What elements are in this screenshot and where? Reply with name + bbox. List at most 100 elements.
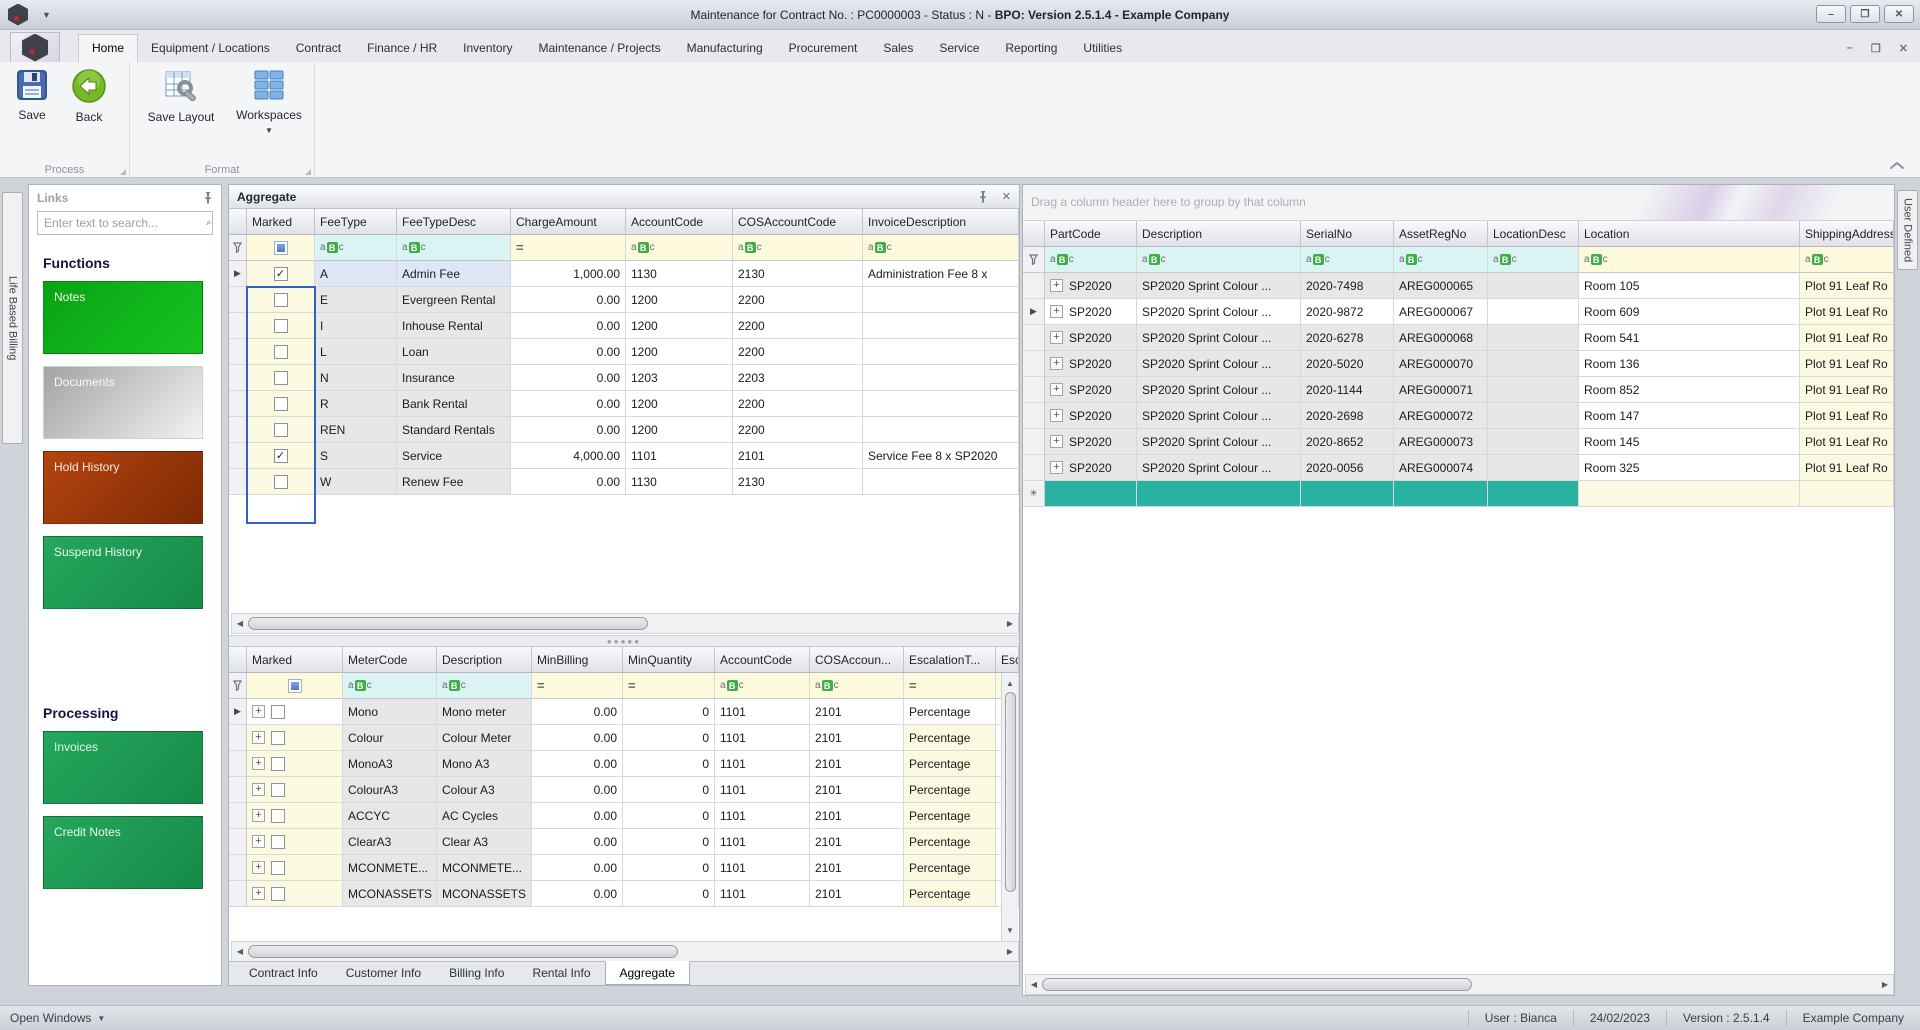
- ribbon-tab-utilities[interactable]: Utilities: [1070, 35, 1135, 62]
- feetype-cell[interactable]: E: [315, 287, 397, 313]
- accountcode-cell[interactable]: 1200: [626, 287, 733, 313]
- column-header-marked[interactable]: Marked: [247, 209, 315, 235]
- marked-cell[interactable]: +: [247, 829, 343, 855]
- marked-cell[interactable]: [247, 469, 315, 495]
- expand-icon[interactable]: +: [252, 757, 265, 770]
- expand-icon[interactable]: +: [252, 783, 265, 796]
- feetypedesc-cell[interactable]: Renew Fee: [397, 469, 511, 495]
- minbilling-cell[interactable]: 0.00: [532, 725, 623, 751]
- escalationtype-cell[interactable]: Percentage: [904, 777, 996, 803]
- partcode-cell[interactable]: + SP2020: [1045, 377, 1137, 403]
- column-header-minbilling[interactable]: MinBilling: [532, 647, 623, 673]
- cosaccountcode-cell[interactable]: 2200: [733, 417, 863, 443]
- feetypedesc-cell[interactable]: Loan: [397, 339, 511, 365]
- column-header-marked[interactable]: Marked: [247, 647, 343, 673]
- checkbox[interactable]: [271, 886, 285, 901]
- sidebar-item-invoices[interactable]: Invoices: [43, 731, 203, 804]
- invoicedescription-cell[interactable]: Administration Fee 8 x: [863, 261, 1019, 287]
- checkbox[interactable]: [271, 756, 285, 771]
- feetype-cell[interactable]: N: [315, 365, 397, 391]
- column-header-serialno[interactable]: SerialNo: [1301, 221, 1394, 247]
- partcode-cell[interactable]: + SP2020: [1045, 299, 1137, 325]
- ribbon-tab-finance---hr[interactable]: Finance / HR: [354, 35, 450, 62]
- filter-cell[interactable]: [247, 235, 315, 261]
- meter-row[interactable]: ▶ + Mono Mono meter 0.00 0 1101 2101 Percentage: [229, 699, 1019, 725]
- escalationtype-cell[interactable]: Percentage: [904, 803, 996, 829]
- equipment-row[interactable]: + SP2020 SP2020 Sprint Colour ... 2020-7498…: [1023, 273, 1894, 299]
- column-header-location[interactable]: Location: [1579, 221, 1800, 247]
- shippingaddress-cell[interactable]: Plot 91 Leaf Ro: [1800, 377, 1894, 403]
- pin-icon[interactable]: [978, 190, 988, 203]
- checkbox[interactable]: [273, 344, 288, 359]
- filter-cell[interactable]: aBc: [715, 673, 810, 699]
- filter-cell[interactable]: aBc: [437, 673, 532, 699]
- minbilling-cell[interactable]: 0.00: [532, 829, 623, 855]
- scroll-right-icon[interactable]: ▶: [1877, 980, 1893, 989]
- filter-checkbox[interactable]: [273, 240, 288, 255]
- cosaccountcode-cell[interactable]: 2101: [733, 443, 863, 469]
- scroll-left-icon[interactable]: ◀: [232, 947, 248, 956]
- assetregno-cell[interactable]: AREG000074: [1394, 455, 1488, 481]
- shippingaddress-cell[interactable]: Plot 91 Leaf Ro: [1800, 273, 1894, 299]
- filter-cell[interactable]: aBc: [1137, 247, 1301, 273]
- description-cell[interactable]: SP2020 Sprint Colour ...: [1137, 325, 1301, 351]
- filter-cell[interactable]: aBc: [397, 235, 511, 261]
- column-header-accountcode[interactable]: AccountCode: [626, 209, 733, 235]
- filter-cell[interactable]: aBc: [1800, 247, 1894, 273]
- filter-cell[interactable]: aBc: [1394, 247, 1488, 273]
- filter-cell[interactable]: aBc: [1488, 247, 1579, 273]
- column-header-assetregno[interactable]: AssetRegNo: [1394, 221, 1488, 247]
- serialno-cell[interactable]: 2020-8652: [1301, 429, 1394, 455]
- minquantity-cell[interactable]: 0: [623, 881, 715, 907]
- marked-cell[interactable]: +: [247, 777, 343, 803]
- marked-cell[interactable]: [247, 339, 315, 365]
- filter-cell[interactable]: =: [511, 235, 626, 261]
- accountcode-cell[interactable]: 1101: [715, 881, 810, 907]
- checkbox[interactable]: [273, 474, 288, 489]
- expand-icon[interactable]: +: [1050, 331, 1063, 344]
- filter-cell[interactable]: =: [904, 673, 996, 699]
- column-header-metercode[interactable]: MeterCode: [343, 647, 437, 673]
- assetregno-cell[interactable]: AREG000067: [1394, 299, 1488, 325]
- minquantity-cell[interactable]: 0: [623, 855, 715, 881]
- feetype-cell[interactable]: REN: [315, 417, 397, 443]
- metercode-cell[interactable]: MonoA3: [343, 751, 437, 777]
- open-windows-button[interactable]: Open Windows ▼: [0, 1011, 1468, 1025]
- marked-cell[interactable]: [247, 365, 315, 391]
- minbilling-cell[interactable]: 0.00: [532, 881, 623, 907]
- accountcode-cell[interactable]: 1200: [626, 313, 733, 339]
- new-row-cell[interactable]: [1137, 481, 1301, 507]
- fee-row[interactable]: E Evergreen Rental 0.00 1200 2200: [229, 287, 1019, 313]
- feetypedesc-cell[interactable]: Inhouse Rental: [397, 313, 511, 339]
- sidebar-item-hold-history[interactable]: Hold History: [43, 451, 203, 524]
- close-panel-icon[interactable]: ✕: [1002, 190, 1011, 203]
- marked-cell[interactable]: +: [247, 751, 343, 777]
- scrollbar-thumb[interactable]: [248, 617, 648, 630]
- serialno-cell[interactable]: 2020-2698: [1301, 403, 1394, 429]
- checkbox[interactable]: [271, 860, 285, 875]
- invoicedescription-cell[interactable]: [863, 469, 1019, 495]
- filter-cell[interactable]: aBc: [343, 673, 437, 699]
- ribbon-tab-maintenance---projects[interactable]: Maintenance / Projects: [526, 35, 674, 62]
- filter-cell[interactable]: aBc: [1579, 247, 1800, 273]
- column-header-description[interactable]: Description: [1137, 221, 1301, 247]
- scrollbar-thumb[interactable]: [1004, 692, 1016, 892]
- group-dialog-launcher-icon[interactable]: [305, 169, 311, 175]
- expand-icon[interactable]: +: [1050, 305, 1063, 318]
- checkbox[interactable]: ✓: [273, 266, 288, 281]
- description-cell[interactable]: Clear A3: [437, 829, 532, 855]
- column-header-esc[interactable]: Esc: [996, 647, 1019, 673]
- checkbox[interactable]: [271, 730, 285, 745]
- sidebar-item-documents[interactable]: Documents: [43, 366, 203, 439]
- description-cell[interactable]: Colour A3: [437, 777, 532, 803]
- column-header-accountcode[interactable]: AccountCode: [715, 647, 810, 673]
- escalationtype-cell[interactable]: Percentage: [904, 699, 996, 725]
- invoicedescription-cell[interactable]: [863, 287, 1019, 313]
- description-cell[interactable]: SP2020 Sprint Colour ...: [1137, 403, 1301, 429]
- partcode-cell[interactable]: + SP2020: [1045, 429, 1137, 455]
- feetypedesc-cell[interactable]: Insurance: [397, 365, 511, 391]
- search-input[interactable]: [38, 216, 205, 230]
- cosaccountcode-cell[interactable]: 2101: [810, 699, 904, 725]
- minquantity-cell[interactable]: 0: [623, 699, 715, 725]
- meter-grid-hscrollbar[interactable]: ◀ ▶: [231, 941, 1019, 962]
